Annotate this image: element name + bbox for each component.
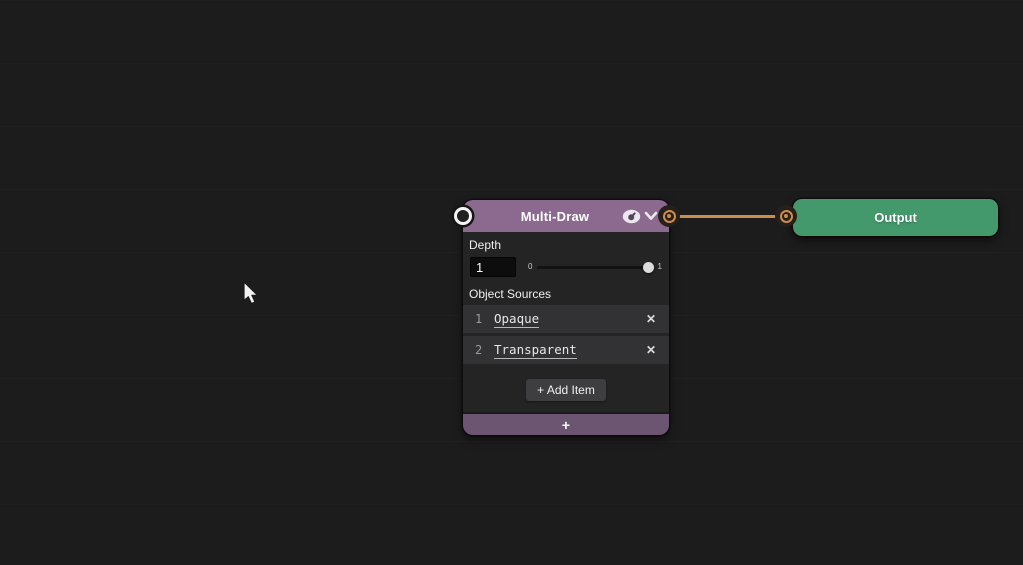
multi-draw-node-body: Depth 0 1 Object Sources 1 Opaque ✕ xyxy=(463,238,669,412)
depth-slider-track[interactable] xyxy=(537,261,654,273)
node-footer-add-button[interactable]: + xyxy=(463,412,669,435)
node-title: Output xyxy=(874,210,917,225)
output-input-port[interactable] xyxy=(775,205,797,227)
plus-icon: + xyxy=(561,416,571,433)
list-item[interactable]: 2 Transparent ✕ xyxy=(463,336,669,364)
item-label-link[interactable]: Transparent xyxy=(494,342,577,359)
depth-controls: 0 1 xyxy=(470,256,662,278)
depth-slider-handle[interactable] xyxy=(642,261,654,273)
output-node[interactable]: Output xyxy=(793,199,998,236)
multi-draw-input-port[interactable] xyxy=(454,207,472,225)
depth-slider: 0 1 xyxy=(528,261,662,273)
add-item-button[interactable]: + Add Item xyxy=(526,378,606,401)
node-title: Multi-Draw xyxy=(520,208,590,224)
multi-draw-output-port[interactable] xyxy=(658,205,680,227)
remove-item-icon[interactable]: ✕ xyxy=(646,313,656,325)
item-index: 2 xyxy=(475,343,483,357)
port-dot xyxy=(783,213,789,219)
slider-max-label: 1 xyxy=(657,262,662,271)
connection-wire[interactable] xyxy=(668,215,787,218)
multi-draw-node-header[interactable]: Multi-Draw xyxy=(463,200,669,232)
slider-min-label: 0 xyxy=(528,262,533,271)
remove-item-icon[interactable]: ✕ xyxy=(646,344,656,356)
object-sources-list: 1 Opaque ✕ 2 Transparent ✕ xyxy=(463,305,669,364)
depth-label: Depth xyxy=(469,238,502,252)
port-ring xyxy=(779,209,793,223)
port-dot xyxy=(666,213,672,219)
multi-draw-node[interactable]: Multi-Draw Depth 0 xyxy=(463,200,669,435)
object-sources-label: Object Sources xyxy=(469,287,552,301)
item-index: 1 xyxy=(475,312,483,326)
depth-input[interactable] xyxy=(470,257,516,277)
mouse-cursor-icon xyxy=(243,281,263,312)
add-item-area: + Add Item xyxy=(463,367,669,412)
eye-icon[interactable] xyxy=(621,208,641,224)
item-label-link[interactable]: Opaque xyxy=(494,311,540,328)
node-graph-canvas[interactable]: Multi-Draw Depth 0 xyxy=(0,0,1023,565)
list-item[interactable]: 1 Opaque ✕ xyxy=(463,305,669,333)
port-ring xyxy=(662,209,676,223)
